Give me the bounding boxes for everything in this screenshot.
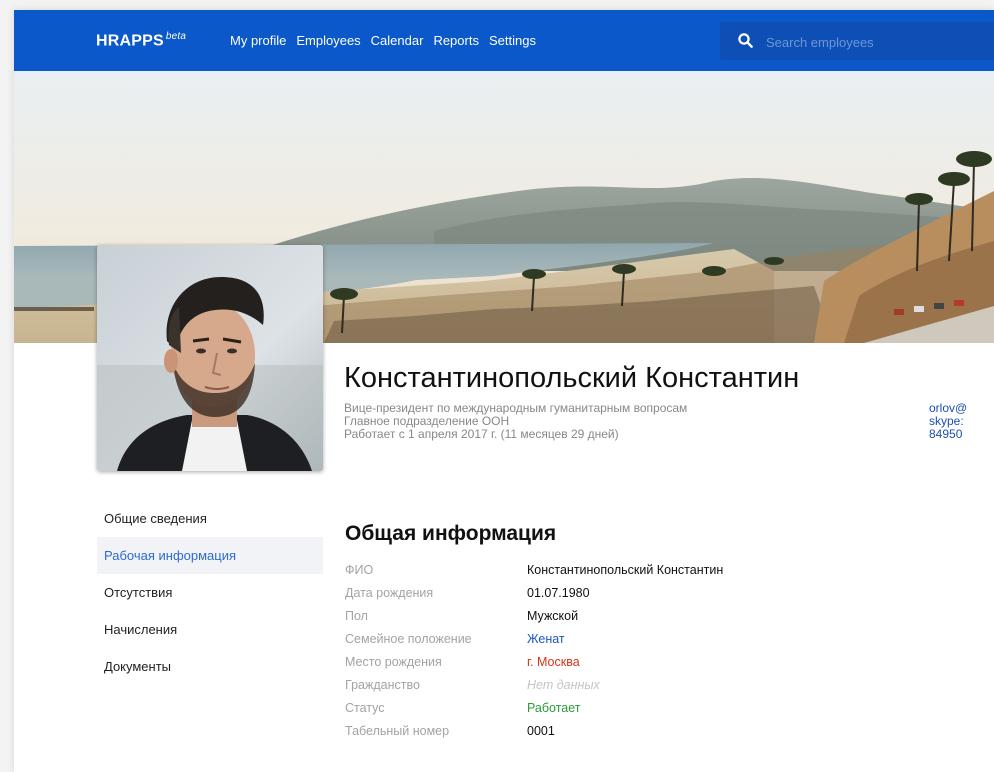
info-value: Мужской [527,609,579,623]
info-label: Гражданство [345,678,420,692]
info-table: ФИО Константинопольский Константин Дата … [345,563,723,747]
info-value-empty: Нет данных [527,678,600,692]
info-value-highlight: г. Москва [527,655,580,669]
top-navbar: HRAPPS beta My profile Employees Calendar… [14,10,994,71]
sidebar-item-documents[interactable]: Документы [97,648,323,685]
profile-meta: Вице-президент по международным гуманита… [344,402,687,441]
sidebar-item-general[interactable]: Общие сведения [97,500,323,537]
beta-badge: beta [165,31,187,42]
info-label: Пол [345,609,368,623]
sidebar-item-work-info[interactable]: Рабочая информация [97,537,323,574]
app-page: HRAPPS beta My profile Employees Calendar… [14,10,994,772]
logo-text: HRAPPS [96,32,164,50]
info-label: Дата рождения [345,586,434,600]
profile-sidebar: Общие сведения Рабочая информация Отсутс… [97,500,323,685]
nav-reports[interactable]: Reports [433,33,479,48]
nav-my-profile[interactable]: My profile [230,33,286,48]
info-row: Гражданство Нет данных [345,678,723,701]
nav-calendar[interactable]: Calendar [371,33,424,48]
info-row: ФИО Константинопольский Константин [345,563,723,586]
info-value: 0001 [527,724,555,738]
contact-phone[interactable]: 84950 [929,428,994,441]
nav-employees[interactable]: Employees [296,33,360,48]
info-value: 01.07.1980 [527,586,590,600]
profile-name: Константинопольский Константин [344,362,800,394]
status-value: Работает [527,701,581,715]
section-title: Общая информация [345,522,557,545]
info-value-link[interactable]: Женат [527,632,565,655]
info-label: Место рождения [345,655,442,669]
info-row: Пол Мужской [345,609,723,632]
app-logo[interactable]: HRAPPS beta [96,31,186,50]
profile-tenure: Работает с 1 апреля 2017 г. (11 месяцев … [344,427,619,441]
info-label: Табельный номер [345,724,450,738]
info-label: Статус [345,701,385,715]
info-row: Табельный номер 0001 [345,724,723,747]
sidebar-item-absences[interactable]: Отсутствия [97,574,323,611]
search-box[interactable] [720,22,994,60]
main-nav: My profile Employees Calendar Reports Se… [230,33,546,48]
profile-avatar[interactable] [97,245,323,471]
info-row: Семейное положение Женат [345,632,723,655]
nav-settings[interactable]: Settings [489,33,536,48]
profile-contacts: orlov@ skype: 84950 [929,402,994,441]
info-label: ФИО [345,563,374,577]
info-label: Семейное положение [345,632,472,646]
sidebar-item-payments[interactable]: Начисления [97,611,323,648]
info-value: Константинопольский Константин [527,563,724,577]
info-row: Статус Работает [345,701,723,724]
search-icon [738,33,753,48]
info-row: Дата рождения 01.07.1980 [345,586,723,609]
info-row: Место рождения г. Москва [345,655,723,678]
search-input[interactable] [764,31,988,53]
